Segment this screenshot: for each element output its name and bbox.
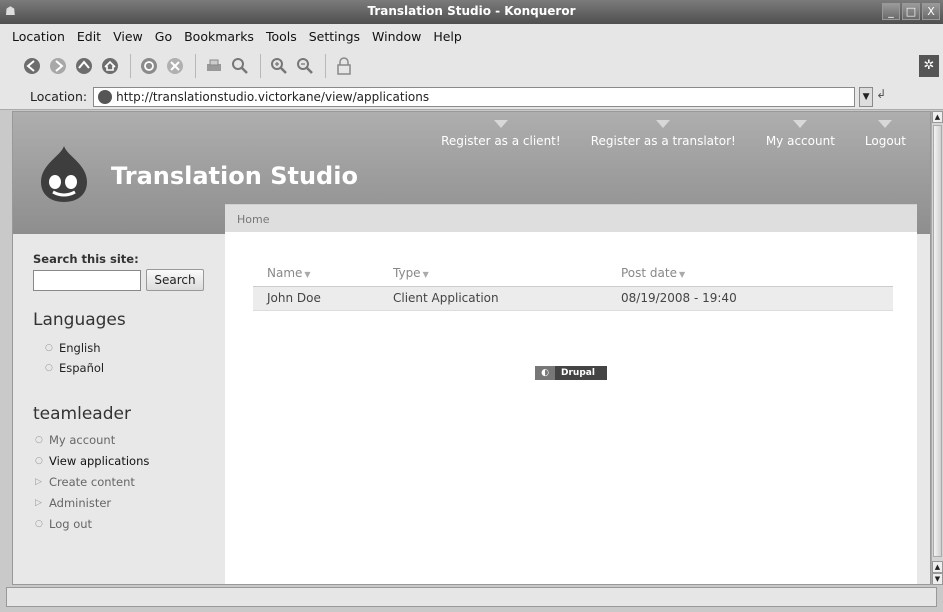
breadcrumb-bar: Home xyxy=(225,204,917,232)
url-text: http://translationstudio.victorkane/view… xyxy=(116,89,430,104)
site-name[interactable]: Translation Studio xyxy=(111,162,358,190)
scrollbar-thumb[interactable] xyxy=(933,125,942,557)
menu-tools[interactable]: Tools xyxy=(260,29,303,44)
collapsed-arrow-icon: ▷ xyxy=(35,498,42,508)
toolbar-separator xyxy=(195,54,196,78)
location-label: Location: xyxy=(30,89,88,104)
link-register-translator[interactable]: Register as a translator! xyxy=(591,120,736,148)
toolbar-separator xyxy=(325,54,326,78)
zoom-in-icon[interactable] xyxy=(267,54,291,78)
toolbar-separator xyxy=(130,54,131,78)
up-icon[interactable] xyxy=(72,54,96,78)
sort-arrow-icon: ▼ xyxy=(422,269,429,279)
languages-block-title: Languages xyxy=(33,310,126,330)
maximize-button[interactable]: □ xyxy=(902,3,920,20)
sort-arrow-icon: ▼ xyxy=(304,269,311,279)
language-english[interactable]: ○ English xyxy=(45,338,104,358)
link-my-account[interactable]: My account xyxy=(766,120,835,148)
language-list: ○ English ○ Español xyxy=(45,338,104,378)
window-title: Translation Studio - Konqueror xyxy=(367,4,576,18)
bullet-icon: ○ xyxy=(45,363,53,373)
menu-administer[interactable]: ▷ Administer xyxy=(35,493,149,514)
menu-edit[interactable]: Edit xyxy=(71,29,107,44)
user-block-title: teamleader xyxy=(33,404,131,424)
menu-location[interactable]: Location xyxy=(6,29,71,44)
window-controls: _ □ X xyxy=(882,3,940,20)
table-header-row: Name ▼ Type ▼ Post date ▼ xyxy=(253,260,893,287)
close-button[interactable]: X xyxy=(922,3,940,20)
stop-icon[interactable] xyxy=(163,54,187,78)
menubar: Location Edit View Go Bookmarks Tools Se… xyxy=(0,24,943,48)
powered-by-drupal-badge[interactable]: ◐ Drupal xyxy=(535,366,607,380)
right-gutter xyxy=(917,234,930,584)
window-titlebar[interactable]: ☗ Translation Studio - Konqueror _ □ X xyxy=(0,0,943,24)
drupal-logo-icon[interactable] xyxy=(35,144,93,204)
zoom-out-icon[interactable] xyxy=(293,54,317,78)
menu-view-applications[interactable]: ○ View applications xyxy=(35,451,149,472)
language-espanol[interactable]: ○ Español xyxy=(45,358,104,378)
column-header-type[interactable]: Type ▼ xyxy=(393,260,621,287)
menu-create-content[interactable]: ▷ Create content xyxy=(35,472,149,493)
cell-name: John Doe xyxy=(253,286,393,311)
scroll-up-icon[interactable]: ▲ xyxy=(932,111,943,123)
back-icon[interactable] xyxy=(20,54,44,78)
link-register-client[interactable]: Register as a client! xyxy=(441,120,561,148)
toolbar-separator xyxy=(260,54,261,78)
url-history-dropdown[interactable]: ▼ xyxy=(859,86,874,107)
vertical-scrollbar[interactable]: ▲ ▲ ▼ xyxy=(931,111,943,585)
search-button[interactable]: Search xyxy=(146,269,204,291)
search-label: Search this site: xyxy=(33,252,139,266)
collapsed-arrow-icon: ▷ xyxy=(35,477,42,487)
bullet-icon: ○ xyxy=(35,435,43,445)
bullet-icon: ○ xyxy=(45,343,53,353)
table-row[interactable]: John Doe Client Application 08/19/2008 -… xyxy=(253,286,893,311)
go-icon[interactable]: ↲ xyxy=(876,87,890,107)
user-menu: ○ My account ○ View applications ▷ Create c… xyxy=(35,430,149,535)
menu-bookmarks[interactable]: Bookmarks xyxy=(178,29,260,44)
cell-type: Client Application xyxy=(393,286,621,311)
page-viewport: Translation Studio Register as a client!… xyxy=(12,111,931,585)
home-icon[interactable] xyxy=(98,54,122,78)
forward-icon[interactable] xyxy=(46,54,70,78)
main-content: Name ▼ Type ▼ Post date ▼ John Doe Client A… xyxy=(225,232,917,584)
left-sidebar: Search this site: Search Languages ○ Engl… xyxy=(13,234,225,584)
menu-window[interactable]: Window xyxy=(366,29,427,44)
minimize-button[interactable]: _ xyxy=(882,3,900,20)
menu-settings[interactable]: Settings xyxy=(303,29,366,44)
bullet-icon: ○ xyxy=(35,519,43,529)
favicon-icon xyxy=(98,89,113,104)
primary-links: Register as a client! Register as a tran… xyxy=(441,120,906,148)
menu-log-out[interactable]: ○ Log out xyxy=(35,514,149,535)
location-bar: Location: http://translationstudio.victo… xyxy=(0,84,943,110)
reload-icon[interactable] xyxy=(137,54,161,78)
drupal-drop-icon: ◐ xyxy=(535,366,555,380)
link-logout[interactable]: Logout xyxy=(865,120,906,148)
sort-arrow-icon: ▼ xyxy=(678,269,686,279)
find-icon[interactable] xyxy=(228,54,252,78)
cell-post-date: 08/19/2008 - 19:40 xyxy=(621,286,893,311)
bullet-icon: ○ xyxy=(35,456,43,466)
menu-help[interactable]: Help xyxy=(427,29,468,44)
search-input[interactable] xyxy=(33,270,141,291)
menu-go[interactable]: Go xyxy=(149,29,178,44)
breadcrumb-home[interactable]: Home xyxy=(237,213,269,226)
scroll-down-icon[interactable]: ▼ xyxy=(932,573,943,585)
column-header-post-date[interactable]: Post date ▼ xyxy=(621,260,893,287)
toolbar: ✲ xyxy=(0,48,943,84)
applications-table: Name ▼ Type ▼ Post date ▼ John Doe Client A… xyxy=(253,260,893,311)
status-bar xyxy=(6,587,937,607)
kde-throbber-icon: ✲ xyxy=(919,55,939,77)
column-header-name[interactable]: Name ▼ xyxy=(253,260,393,287)
url-input[interactable]: http://translationstudio.victorkane/view… xyxy=(93,86,856,107)
security-lock-icon[interactable] xyxy=(332,54,356,78)
print-icon[interactable] xyxy=(202,54,226,78)
menu-my-account[interactable]: ○ My account xyxy=(35,430,149,451)
scroll-up-lower-icon[interactable]: ▲ xyxy=(932,561,943,573)
menu-view[interactable]: View xyxy=(107,29,149,44)
